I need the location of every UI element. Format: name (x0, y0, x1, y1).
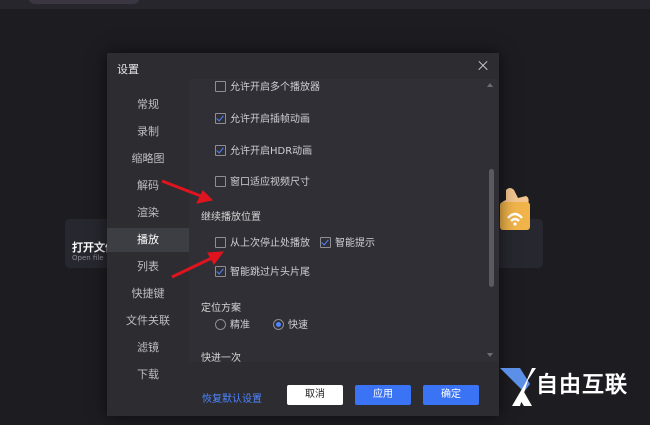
radio-precise[interactable]: 精准 (215, 318, 250, 333)
sidebar-item-filters[interactable]: 滤镜 (107, 336, 189, 360)
top-bar (0, 0, 650, 9)
close-icon[interactable] (475, 58, 491, 74)
option-label: 窗口适应视频尺寸 (230, 177, 310, 188)
option-label: 从上次停止处播放 (230, 238, 310, 249)
option-fit-window-to-video[interactable]: 窗口适应视频尺寸 (215, 175, 310, 190)
top-bar-pill (28, 0, 140, 4)
restore-defaults-link[interactable]: 恢复默认设置 (202, 390, 262, 405)
checkbox-unchecked[interactable] (215, 175, 226, 187)
option-label: 允许开启HDR动画 (230, 146, 313, 157)
checkbox-unchecked[interactable] (215, 80, 226, 92)
sidebar-item-general[interactable]: 常规 (107, 93, 189, 117)
option-label: 智能提示 (335, 238, 375, 249)
scroll-down-arrow-icon[interactable] (487, 353, 493, 357)
sidebar-item-file-association[interactable]: 文件关联 (107, 309, 189, 333)
hand-wave-icon (500, 188, 530, 230)
checkbox-checked[interactable] (215, 265, 226, 277)
sidebar-item-render[interactable]: 渲染 (107, 201, 189, 225)
scroll-up-arrow-icon[interactable] (487, 83, 493, 87)
ok-button[interactable]: 确定 (423, 385, 479, 405)
fast-forward-title: 快进一次 (201, 353, 241, 362)
watermark-text: 自由互联 (536, 373, 629, 398)
settings-dialog: 设置 常规 录制 缩略图 解码 渲染 播放 列表 快捷键 文件关联 滤镜 下载 … (107, 53, 499, 416)
sidebar-item-record[interactable]: 录制 (107, 120, 189, 144)
sidebar-item-playback[interactable]: 播放 (107, 228, 189, 252)
sidebar-item-thumbnail[interactable]: 缩略图 (107, 147, 189, 171)
option-smart-prompt[interactable]: 智能提示 (320, 236, 375, 251)
settings-content: 允许开启多个播放器 允许开启插帧动画 允许开启HDR动画 窗口适应视频尺寸 继续… (189, 79, 499, 362)
settings-sidebar: 常规 录制 缩略图 解码 渲染 播放 列表 快捷键 文件关联 滤镜 下载 (107, 79, 189, 416)
checkbox-checked[interactable] (320, 236, 331, 248)
resume-section-title: 继续播放位置 (201, 212, 261, 223)
sidebar-item-playlist[interactable]: 列表 (107, 255, 189, 279)
seek-section-title: 定位方案 (201, 303, 241, 314)
radio-checked[interactable] (273, 318, 284, 330)
option-allow-hdr[interactable]: 允许开启HDR动画 (215, 144, 313, 159)
option-resume-from-last[interactable]: 从上次停止处播放 (215, 236, 310, 251)
scrollbar-thumb[interactable] (489, 169, 494, 287)
option-allow-frame-interpolation[interactable]: 允许开启插帧动画 (215, 112, 310, 127)
checkbox-checked[interactable] (215, 144, 226, 156)
dialog-title: 设置 (117, 63, 139, 76)
option-skip-intro-outro[interactable]: 智能跳过片头片尾 (215, 265, 310, 280)
checkbox-checked[interactable] (215, 112, 226, 124)
sidebar-item-download[interactable]: 下载 (107, 363, 189, 387)
option-label: 允许开启多个播放器 (230, 82, 320, 93)
apply-button[interactable]: 应用 (355, 385, 411, 405)
option-allow-multiple-players[interactable]: 允许开启多个播放器 (215, 80, 320, 95)
dialog-footer: 恢复默认设置 取消 应用 确定 (189, 362, 499, 416)
checkbox-unchecked[interactable] (215, 236, 226, 248)
sidebar-item-shortcuts[interactable]: 快捷键 (107, 282, 189, 306)
cancel-button[interactable]: 取消 (287, 385, 343, 405)
option-label: 智能跳过片头片尾 (230, 267, 310, 278)
radio-unchecked[interactable] (215, 318, 226, 330)
option-label: 允许开启插帧动画 (230, 114, 310, 125)
option-label: 快速 (288, 320, 308, 331)
sidebar-item-decode[interactable]: 解码 (107, 174, 189, 198)
option-label: 精准 (230, 320, 250, 331)
open-file-subtitle: Open file (72, 254, 104, 262)
radio-fast[interactable]: 快速 (273, 318, 308, 333)
